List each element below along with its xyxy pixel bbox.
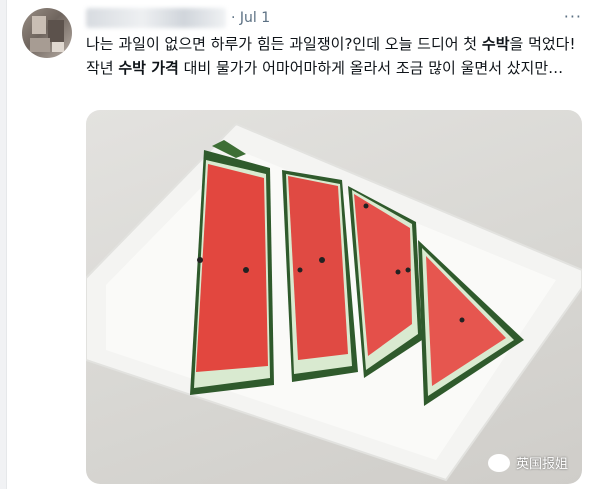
tweet-header: · Jul 1 ··· [86,6,586,32]
tweet-date[interactable]: · Jul 1 [231,10,270,26]
left-divider [0,0,7,489]
watermark-label: 英国报姐 [515,457,568,472]
avatar[interactable] [22,8,72,58]
tweet-text-part1: 나는 과일이 없으면 하루가 힘든 과일쟁이?인데 오늘 드디어 첫 [86,35,482,53]
tweet-text-part3: 대비 물가가 어마어마하게 올라서 조금 많이 울면서 샀지만… [178,59,564,77]
tweet-text-bold-price: 수박 가격 [118,59,179,77]
watermark: 英国报姐 [487,453,568,472]
watermelon-illustration [86,122,582,482]
tweet-text-bold-watermelon: 수박 [481,35,510,53]
watermelon-slice-1 [190,140,274,395]
tweet-text: 나는 과일이 없으면 하루가 힘든 과일쟁이?인데 오늘 드디어 첫 수박을 먹… [86,32,582,80]
wechat-icon [487,453,510,472]
more-horizontal-icon[interactable]: ··· [564,7,582,26]
author-name-blurred[interactable] [86,8,226,28]
tweet-photo[interactable]: 英国报姐 [86,110,582,484]
